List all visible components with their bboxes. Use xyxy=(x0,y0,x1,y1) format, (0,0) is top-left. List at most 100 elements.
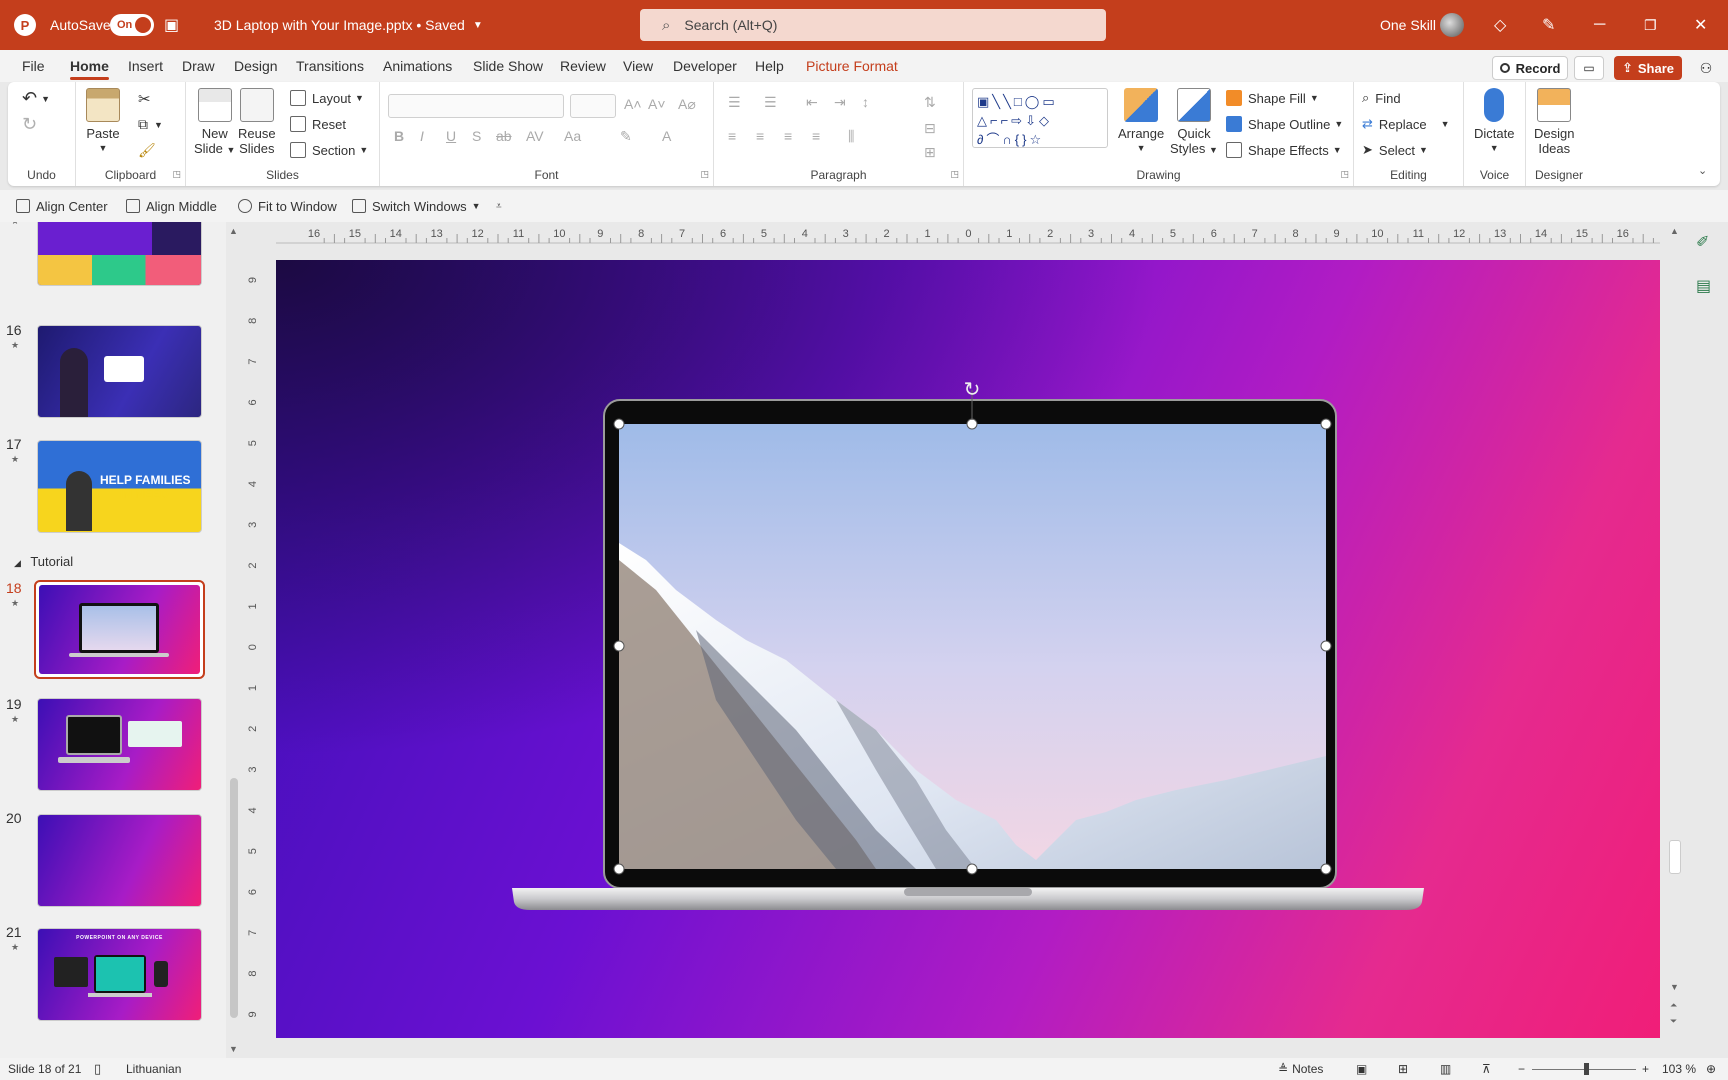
laptop-screen-image[interactable] xyxy=(619,424,1326,869)
tab-help[interactable]: Help xyxy=(755,50,784,82)
slide-thumbnail-17[interactable]: HELP FAMILIES IN NEED xyxy=(37,440,202,533)
font-size-select[interactable] xyxy=(570,94,616,118)
scroll-down-icon[interactable]: ▼ xyxy=(229,1044,238,1054)
increase-font-icon[interactable]: A˄ xyxy=(624,96,642,112)
undo-icon[interactable]: ↶ ▼ xyxy=(22,88,50,109)
slide-thumbnail-20[interactable] xyxy=(37,814,202,907)
text-direction-icon[interactable]: ⇅ xyxy=(924,94,936,111)
section-header-tutorial[interactable]: ◢ Tutorial xyxy=(14,554,73,569)
reset-button[interactable]: Reset xyxy=(290,116,346,132)
reading-view-icon[interactable]: ▥ xyxy=(1440,1058,1451,1080)
person-feedback-icon[interactable]: ⚇ xyxy=(1694,56,1718,80)
designer-pane-icon[interactable]: ✐ xyxy=(1696,232,1718,254)
restore-icon[interactable]: ❐ xyxy=(1644,0,1657,50)
clipboard-launcher-icon[interactable]: ◳ xyxy=(172,169,181,180)
align-text-icon[interactable]: ⊟ xyxy=(924,120,936,137)
scroll-up-icon[interactable]: ▲ xyxy=(1670,226,1679,236)
slide-thumbnail-19[interactable] xyxy=(37,698,202,791)
tab-home[interactable]: Home xyxy=(70,50,109,82)
tab-review[interactable]: Review xyxy=(560,50,606,82)
slide-sorter-icon[interactable]: ⊞ xyxy=(1398,1058,1408,1080)
tab-animations[interactable]: Animations xyxy=(383,50,452,82)
font-color-icon[interactable]: A xyxy=(662,128,671,144)
zoom-slider[interactable] xyxy=(1532,1058,1636,1080)
align-right-icon[interactable]: ≡ xyxy=(784,128,792,144)
slide-thumbnail-16[interactable] xyxy=(37,325,202,418)
font-name-select[interactable] xyxy=(388,94,564,118)
character-spacing-icon[interactable]: AV xyxy=(526,128,544,144)
close-icon[interactable]: ✕ xyxy=(1694,0,1707,50)
spellcheck-book-icon[interactable]: ▯ xyxy=(94,1058,101,1080)
scrollbar-thumb[interactable] xyxy=(230,778,238,1018)
tab-picture-format[interactable]: Picture Format xyxy=(806,50,898,82)
fit-to-window-button[interactable]: Fit to Window xyxy=(238,190,337,222)
slide-thumbnail-21[interactable]: POWERPOINT ON ANY DEVICE xyxy=(37,928,202,1021)
shapes-gallery[interactable]: ▣╲╲□◯▭ △⌐⌐⇨⇩◇ ∂⌒∩{}☆ xyxy=(972,88,1108,148)
autosave-toggle[interactable]: On xyxy=(110,14,154,36)
increase-indent-icon[interactable]: ⇥ xyxy=(834,94,846,111)
shape-fill-button[interactable]: Shape Fill ▼ xyxy=(1226,90,1319,106)
drawing-launcher-icon[interactable]: ◳ xyxy=(1340,169,1349,180)
smartart-icon[interactable]: ⊞ xyxy=(924,144,936,161)
shape-effects-button[interactable]: Shape Effects ▼ xyxy=(1226,142,1342,158)
share-button[interactable]: ⇪ Share xyxy=(1614,56,1682,80)
align-center-button[interactable]: Align Center xyxy=(16,190,108,222)
record-button[interactable]: Record xyxy=(1492,56,1568,80)
user-name[interactable]: One Skill xyxy=(1380,0,1436,50)
save-icon[interactable]: ▣ xyxy=(164,0,179,50)
shadow-icon[interactable]: S xyxy=(472,128,481,144)
find-button[interactable]: ⌕ Find xyxy=(1362,90,1401,106)
arrange-button[interactable]: Arrange ▼ xyxy=(1118,88,1164,156)
document-title[interactable]: 3D Laptop with Your Image.pptx • Saved ▼ xyxy=(214,0,483,50)
align-middle-button[interactable]: Align Middle xyxy=(126,190,217,222)
previous-slide-icon[interactable]: ⏶ xyxy=(1670,1000,1677,1011)
canvas-scrollbar[interactable]: ▲ ▼ ⏶ ⏷ xyxy=(1666,224,1684,1032)
shape-outline-button[interactable]: Shape Outline ▼ xyxy=(1226,116,1343,132)
premium-diamond-icon[interactable]: ◇ xyxy=(1494,0,1506,50)
copy-icon[interactable]: ⧉ ▼ xyxy=(138,116,163,133)
rotate-handle-icon[interactable]: ↻ xyxy=(964,377,981,401)
fit-slide-icon[interactable]: ⊕ xyxy=(1706,1058,1716,1080)
tab-draw[interactable]: Draw xyxy=(182,50,215,82)
tab-slide-show[interactable]: Slide Show xyxy=(473,50,543,82)
tab-view[interactable]: View xyxy=(623,50,653,82)
font-launcher-icon[interactable]: ◳ xyxy=(700,169,709,180)
tab-file[interactable]: File xyxy=(22,50,45,82)
tab-insert[interactable]: Insert xyxy=(128,50,163,82)
align-center-text-icon[interactable]: ≡ xyxy=(756,128,764,144)
clear-formatting-icon[interactable]: A⌀ xyxy=(678,96,696,113)
justify-icon[interactable]: ≡ xyxy=(812,128,820,144)
slide-thumbnail-18[interactable] xyxy=(34,580,205,679)
comments-button[interactable]: ▭ xyxy=(1574,56,1604,80)
numbering-icon[interactable]: ☰ xyxy=(764,94,777,111)
zoom-level[interactable]: 103 % xyxy=(1662,1058,1696,1080)
search-box[interactable]: ⌕ Search (Alt+Q) xyxy=(640,9,1106,41)
notes-button[interactable]: ≜ Notes xyxy=(1278,1058,1323,1080)
underline-icon[interactable]: U xyxy=(446,128,456,144)
bold-icon[interactable]: B xyxy=(394,128,404,144)
italic-icon[interactable]: I xyxy=(420,128,424,144)
zoom-out-icon[interactable]: − xyxy=(1518,1058,1525,1080)
select-button[interactable]: ➤ Select ▼ xyxy=(1362,142,1428,158)
decrease-font-icon[interactable]: A˅ xyxy=(648,96,666,112)
bullets-icon[interactable]: ☰ xyxy=(728,94,741,111)
decrease-indent-icon[interactable]: ⇤ xyxy=(806,94,818,111)
customize-toolbar-icon[interactable]: ⩡ xyxy=(496,190,502,222)
cut-icon[interactable]: ✂ xyxy=(138,90,151,108)
minimize-icon[interactable]: ─ xyxy=(1594,0,1605,50)
scroll-up-icon[interactable]: ▲ xyxy=(229,226,238,236)
align-left-icon[interactable]: ≡ xyxy=(728,128,736,144)
next-slide-icon[interactable]: ⏷ xyxy=(1670,1016,1677,1027)
reuse-slides-button[interactable]: Reuse Slides xyxy=(238,88,276,156)
quick-styles-button[interactable]: Quick Styles ▼ xyxy=(1170,88,1218,158)
scrollbar-thumb[interactable] xyxy=(1669,840,1681,874)
zoom-in-icon[interactable]: + xyxy=(1642,1058,1649,1080)
replace-button[interactable]: ⇄ Replace ▼ xyxy=(1362,116,1450,132)
section-button[interactable]: Section ▼ xyxy=(290,142,368,158)
highlight-icon[interactable]: ✎ xyxy=(620,128,632,145)
slideshow-view-icon[interactable]: ⊼ xyxy=(1482,1058,1491,1080)
tab-developer[interactable]: Developer xyxy=(673,50,737,82)
language-indicator[interactable]: Lithuanian xyxy=(126,1058,181,1080)
switch-windows-button[interactable]: Switch Windows ▼ xyxy=(352,190,481,222)
change-case-icon[interactable]: Aa xyxy=(564,128,581,144)
